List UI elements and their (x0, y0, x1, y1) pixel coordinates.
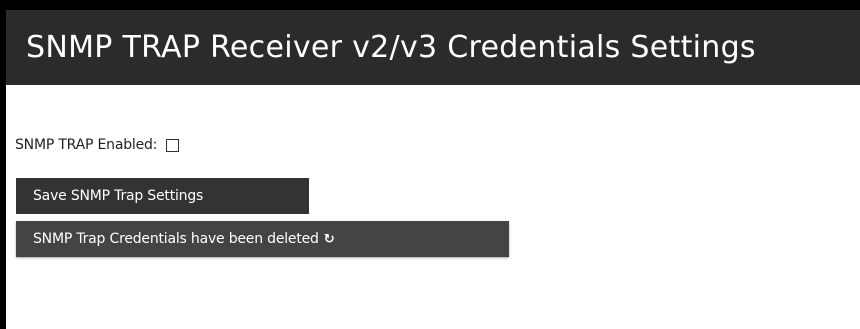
credentials-deleted-label: SNMP Trap Credentials have been deleted (33, 231, 319, 247)
settings-panel: SNMP TRAP Receiver v2/v3 Credentials Set… (6, 10, 860, 329)
panel-content: SNMP TRAP Enabled: Save SNMP Trap Settin… (6, 85, 860, 329)
snmp-trap-enabled-label: SNMP TRAP Enabled: (15, 137, 158, 153)
snmp-trap-enabled-row: SNMP TRAP Enabled: (15, 137, 180, 153)
save-snmp-trap-settings-button[interactable]: Save SNMP Trap Settings (16, 178, 309, 214)
panel-header: SNMP TRAP Receiver v2/v3 Credentials Set… (6, 10, 860, 85)
refresh-icon: ↻ (323, 231, 335, 247)
page-title: SNMP TRAP Receiver v2/v3 Credentials Set… (26, 30, 756, 65)
save-button-label: Save SNMP Trap Settings (33, 188, 204, 204)
snmp-trap-enabled-checkbox[interactable] (166, 138, 180, 152)
credentials-deleted-button[interactable]: SNMP Trap Credentials have been deleted … (16, 221, 509, 257)
